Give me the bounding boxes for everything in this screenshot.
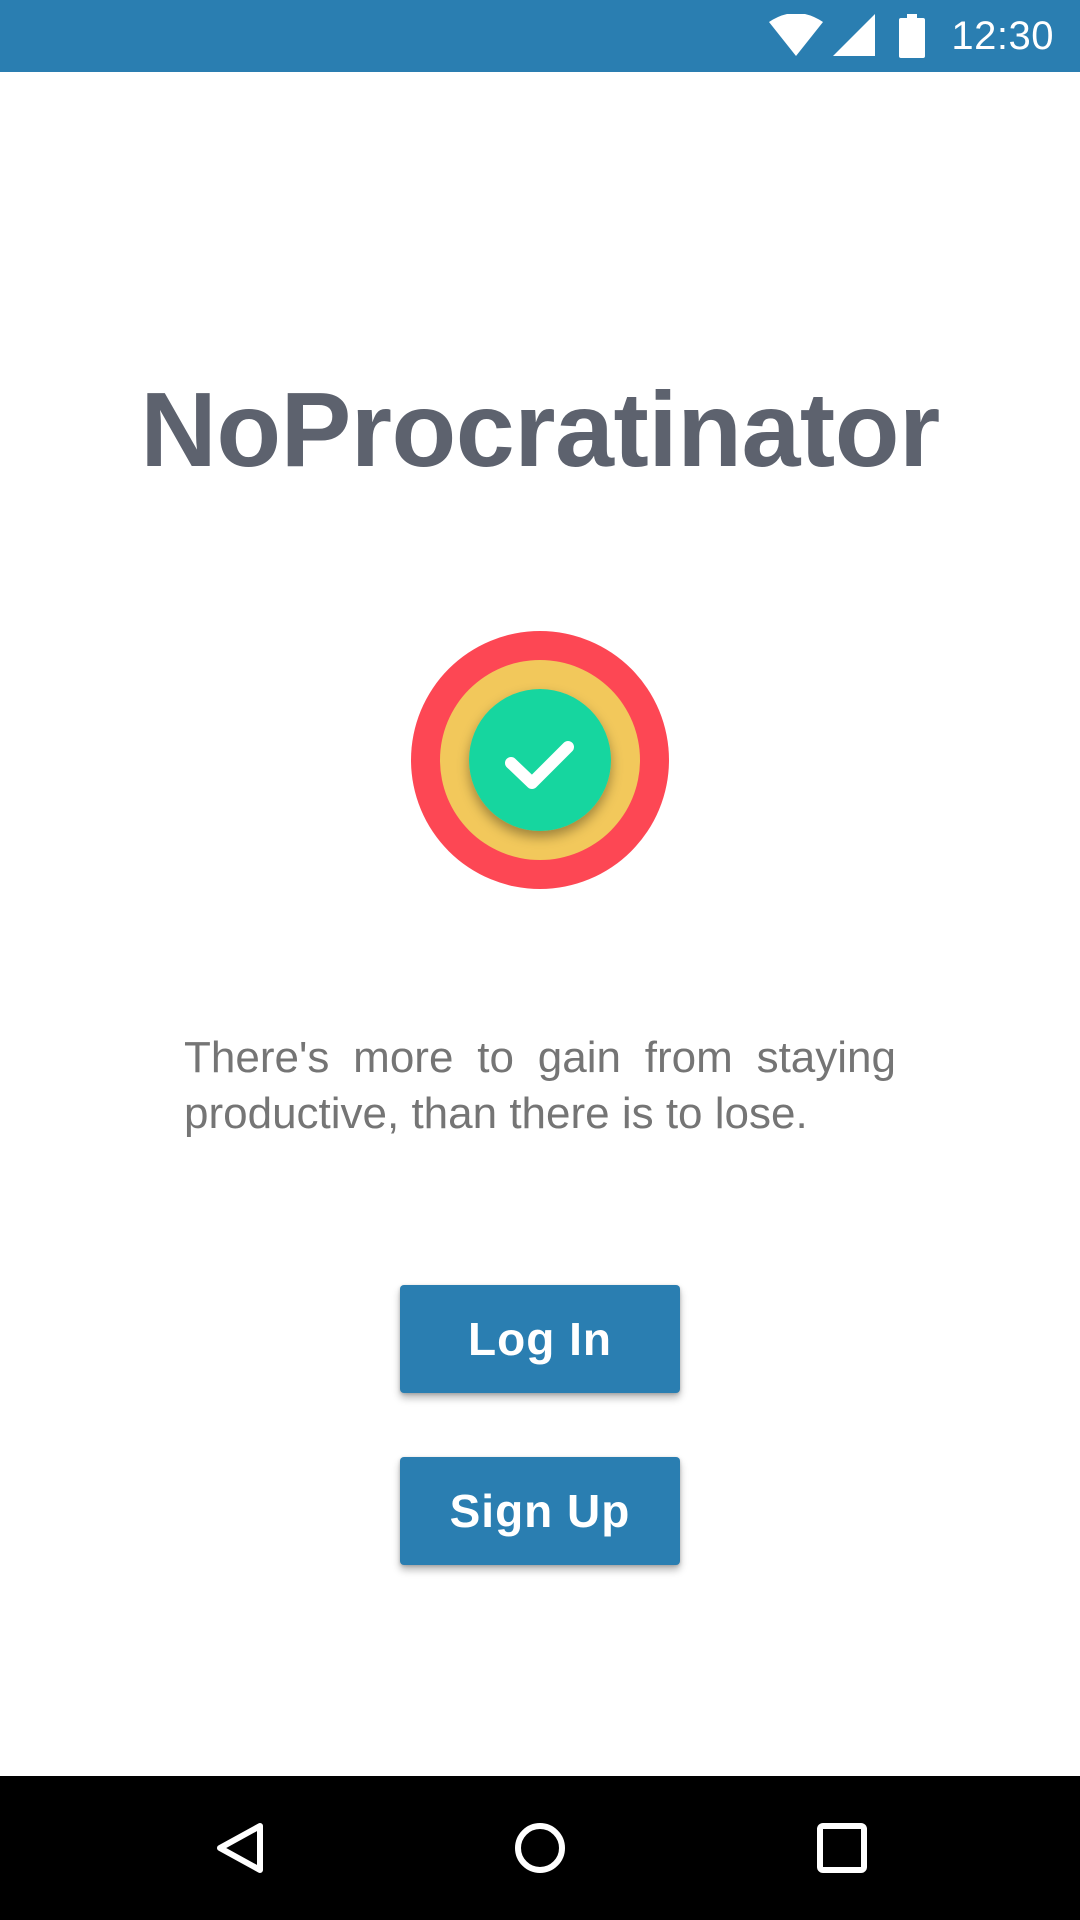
login-button[interactable]: Log In xyxy=(400,1285,680,1393)
recents-icon xyxy=(817,1823,867,1873)
app-screen: 12:30 NoProcratinator There's more to ga… xyxy=(0,0,1080,1920)
checkmark-target-logo xyxy=(411,631,669,889)
status-icons: 12:30 xyxy=(767,0,1080,72)
navigation-bar xyxy=(0,1776,1080,1920)
status-time: 12:30 xyxy=(951,13,1054,58)
home-icon xyxy=(515,1823,565,1873)
cell-signal-icon xyxy=(833,14,876,56)
back-button[interactable] xyxy=(170,1776,310,1920)
recents-button[interactable] xyxy=(772,1776,912,1920)
signup-button[interactable]: Sign Up xyxy=(400,1457,680,1565)
logo-inner-circle xyxy=(469,689,611,831)
battery-icon xyxy=(899,14,926,58)
wifi-icon xyxy=(769,14,824,56)
status-bar: 12:30 xyxy=(0,0,1080,72)
back-icon xyxy=(217,1823,263,1873)
home-button[interactable] xyxy=(470,1776,610,1920)
app-title: NoProcratinator xyxy=(140,371,940,489)
tagline: There's more to gain from staying produc… xyxy=(184,1033,896,1138)
